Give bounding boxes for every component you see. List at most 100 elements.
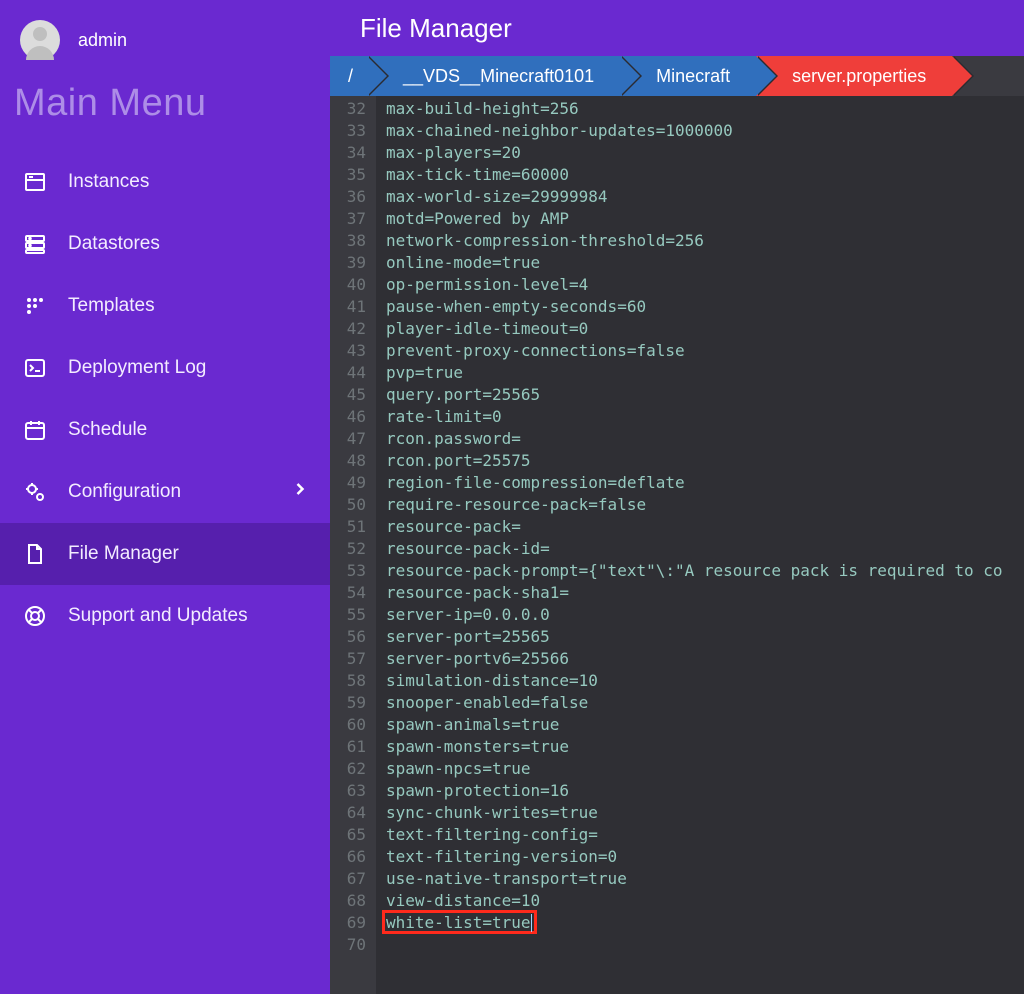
line-number: 50: [340, 494, 366, 516]
code-line[interactable]: prevent-proxy-connections=false: [386, 340, 1024, 362]
code-line[interactable]: white-list=true: [386, 912, 1024, 934]
sidebar-item-file-manager[interactable]: File Manager: [0, 523, 330, 585]
code-line[interactable]: query.port=25565: [386, 384, 1024, 406]
code-line[interactable]: rcon.password=: [386, 428, 1024, 450]
code-line[interactable]: network-compression-threshold=256: [386, 230, 1024, 252]
breadcrumb-item[interactable]: __VDS__Minecraft0101: [367, 56, 620, 96]
line-number: 66: [340, 846, 366, 868]
code-line[interactable]: resource-pack-prompt={"text"\:"A resourc…: [386, 560, 1024, 582]
line-number: 54: [340, 582, 366, 604]
line-number: 60: [340, 714, 366, 736]
line-number: 48: [340, 450, 366, 472]
code-line[interactable]: spawn-npcs=true: [386, 758, 1024, 780]
line-number: 42: [340, 318, 366, 340]
breadcrumb-item[interactable]: /: [330, 56, 367, 96]
code-line[interactable]: require-resource-pack=false: [386, 494, 1024, 516]
code-line[interactable]: max-world-size=29999984: [386, 186, 1024, 208]
line-number: 55: [340, 604, 366, 626]
line-number: 69: [340, 912, 366, 934]
code-line[interactable]: rate-limit=0: [386, 406, 1024, 428]
code-line[interactable]: server-ip=0.0.0.0: [386, 604, 1024, 626]
code-line[interactable]: region-file-compression=deflate: [386, 472, 1024, 494]
code-line[interactable]: max-tick-time=60000: [386, 164, 1024, 186]
line-number-gutter: 3233343536373839404142434445464748495051…: [330, 96, 376, 994]
code-line[interactable]: snooper-enabled=false: [386, 692, 1024, 714]
main-menu: Instances DatastoresTemplatesDeployment L…: [0, 151, 330, 647]
code-line[interactable]: server-port=25565: [386, 626, 1024, 648]
line-number: 63: [340, 780, 366, 802]
code-area[interactable]: max-build-height=256max-chained-neighbor…: [376, 96, 1024, 994]
page-title: File Manager: [360, 13, 512, 44]
sidebar-item-label: Support and Updates: [68, 605, 248, 627]
line-number: 64: [340, 802, 366, 824]
settings-icon: [22, 479, 48, 505]
line-number: 39: [340, 252, 366, 274]
code-line[interactable]: player-idle-timeout=0: [386, 318, 1024, 340]
code-line[interactable]: use-native-transport=true: [386, 868, 1024, 890]
code-line[interactable]: spawn-protection=16: [386, 780, 1024, 802]
code-line[interactable]: spawn-animals=true: [386, 714, 1024, 736]
line-number: 65: [340, 824, 366, 846]
code-line[interactable]: max-players=20: [386, 142, 1024, 164]
code-line[interactable]: spawn-monsters=true: [386, 736, 1024, 758]
line-number: 53: [340, 560, 366, 582]
breadcrumb-item[interactable]: server.properties: [756, 56, 952, 96]
sidebar-item-deployment-log[interactable]: Deployment Log: [0, 337, 330, 399]
code-line[interactable]: text-filtering-version=0: [386, 846, 1024, 868]
code-line[interactable]: max-build-height=256: [386, 98, 1024, 120]
line-number: 57: [340, 648, 366, 670]
code-line[interactable]: motd=Powered by AMP: [386, 208, 1024, 230]
file-icon: [22, 541, 48, 567]
sidebar-item-support-and-updates[interactable]: Support and Updates: [0, 585, 330, 647]
code-line[interactable]: simulation-distance=10: [386, 670, 1024, 692]
line-number: 62: [340, 758, 366, 780]
line-number: 68: [340, 890, 366, 912]
code-line[interactable]: resource-pack-id=: [386, 538, 1024, 560]
text-cursor: [531, 914, 532, 932]
code-line[interactable]: max-chained-neighbor-updates=1000000: [386, 120, 1024, 142]
code-line[interactable]: rcon.port=25575: [386, 450, 1024, 472]
code-line[interactable]: op-permission-level=4: [386, 274, 1024, 296]
grid-icon: [22, 293, 48, 319]
code-line[interactable]: server-portv6=25566: [386, 648, 1024, 670]
chevron-right-icon: [290, 479, 310, 505]
code-editor[interactable]: 3233343536373839404142434445464748495051…: [330, 96, 1024, 994]
code-line[interactable]: pause-when-empty-seconds=60: [386, 296, 1024, 318]
line-number: 46: [340, 406, 366, 428]
code-line[interactable]: resource-pack=: [386, 516, 1024, 538]
line-number: 37: [340, 208, 366, 230]
line-number: 52: [340, 538, 366, 560]
line-number: 34: [340, 142, 366, 164]
code-line[interactable]: resource-pack-sha1=: [386, 582, 1024, 604]
sidebar-item-schedule[interactable]: Schedule: [0, 399, 330, 461]
line-number: 35: [340, 164, 366, 186]
line-number: 36: [340, 186, 366, 208]
line-number: 49: [340, 472, 366, 494]
calendar-icon: [22, 417, 48, 443]
sidebar-item-label: Instances: [68, 171, 149, 193]
code-line[interactable]: view-distance=10: [386, 890, 1024, 912]
line-number: 44: [340, 362, 366, 384]
code-line[interactable]: [386, 934, 1024, 956]
user-name: admin: [78, 30, 127, 51]
line-number: 51: [340, 516, 366, 538]
line-number: 61: [340, 736, 366, 758]
line-number: 56: [340, 626, 366, 648]
sidebar-item-instances[interactable]: Instances: [0, 151, 330, 213]
sidebar-item-datastores[interactable]: Datastores: [0, 213, 330, 275]
code-line[interactable]: pvp=true: [386, 362, 1024, 384]
breadcrumb: /__VDS__Minecraft0101Minecraftserver.pro…: [330, 56, 1024, 96]
sidebar-item-templates[interactable]: Templates: [0, 275, 330, 337]
sidebar-item-configuration[interactable]: Configuration: [0, 461, 330, 523]
line-number: 59: [340, 692, 366, 714]
sidebar: admin Main Menu InstancesDatastoresTempl…: [0, 0, 330, 994]
line-number: 67: [340, 868, 366, 890]
user-block[interactable]: admin: [0, 10, 330, 80]
page-title-bar: File Manager: [330, 0, 1024, 56]
main-panel: File Manager /__VDS__Minecraft0101Minecr…: [330, 0, 1024, 994]
database-icon: [22, 231, 48, 257]
code-line[interactable]: online-mode=true: [386, 252, 1024, 274]
line-number: 45: [340, 384, 366, 406]
code-line[interactable]: sync-chunk-writes=true: [386, 802, 1024, 824]
code-line[interactable]: text-filtering-config=: [386, 824, 1024, 846]
